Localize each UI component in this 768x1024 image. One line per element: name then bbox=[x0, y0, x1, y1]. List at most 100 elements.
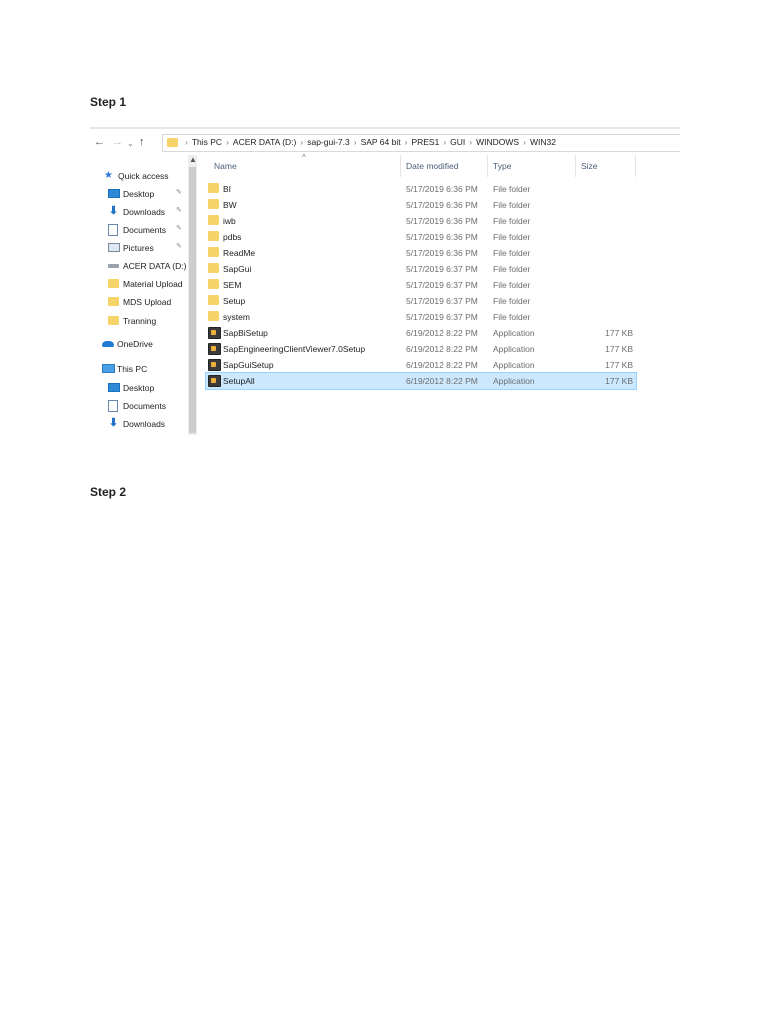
file-date-modified: 6/19/2012 8:22 PM bbox=[406, 376, 478, 386]
file-row[interactable]: system 5/17/2019 6:37 PM File folder bbox=[206, 309, 636, 325]
chevron-right-icon[interactable]: › bbox=[226, 137, 229, 147]
file-type: File folder bbox=[493, 264, 531, 274]
folder-icon bbox=[108, 316, 119, 325]
up-arrow-icon[interactable]: ↑ bbox=[139, 136, 145, 148]
ribbon-edge bbox=[90, 127, 680, 129]
column-name[interactable]: Name bbox=[214, 161, 237, 171]
file-date-modified: 5/17/2019 6:36 PM bbox=[406, 232, 478, 242]
step-2-heading: Step 2 bbox=[90, 485, 127, 499]
sidebar-item-desktop[interactable]: Desktop bbox=[90, 380, 190, 396]
file-name: SetupAll bbox=[223, 376, 255, 386]
pin-icon[interactable]: ✎ bbox=[176, 188, 182, 196]
pin-icon[interactable]: ✎ bbox=[176, 242, 182, 250]
chevron-right-icon[interactable]: › bbox=[443, 137, 446, 147]
navigation-pane: ★ Quick access Desktop ✎ ⬇ Downloads ✎ Document… bbox=[90, 155, 200, 435]
file-row[interactable]: BW 5/17/2019 6:36 PM File folder bbox=[206, 197, 636, 213]
sidebar-item-mds-upload[interactable]: MDS Upload bbox=[90, 294, 190, 310]
sidebar-item-acer-data-d[interactable]: ACER DATA (D:) bbox=[90, 258, 190, 274]
navigation-pane-scrollbar[interactable]: ▲ bbox=[188, 155, 197, 435]
file-type: File folder bbox=[493, 232, 531, 242]
file-name: SapBiSetup bbox=[223, 328, 268, 338]
file-name: BI bbox=[223, 184, 232, 194]
file-row[interactable]: SapGuiSetup 6/19/2012 8:22 PM Application 1… bbox=[206, 357, 636, 373]
sidebar-item-desktop[interactable]: Desktop ✎ bbox=[90, 186, 190, 202]
file-size: 177 KB bbox=[605, 344, 633, 354]
file-name: iwb bbox=[223, 216, 236, 226]
pin-icon[interactable]: ✎ bbox=[176, 206, 182, 214]
forward-arrow-icon[interactable]: → bbox=[112, 136, 123, 148]
breadcrumb-item[interactable]: WIN32 bbox=[530, 137, 556, 147]
file-row[interactable]: SapBiSetup 6/19/2012 8:22 PM Application 17… bbox=[206, 325, 636, 341]
file-row[interactable]: BI 5/17/2019 6:36 PM File folder bbox=[206, 181, 636, 197]
breadcrumb-item[interactable]: This PC bbox=[192, 137, 222, 147]
file-date-modified: 6/19/2012 8:22 PM bbox=[406, 328, 478, 338]
chevron-right-icon[interactable]: › bbox=[300, 137, 303, 147]
breadcrumb-item[interactable]: ACER DATA (D:) bbox=[233, 137, 296, 147]
sidebar-item-downloads[interactable]: ⬇ Downloads ✎ bbox=[90, 204, 190, 220]
sidebar-item-quick-access[interactable]: ★ Quick access bbox=[90, 168, 190, 184]
sidebar-item-label: Desktop bbox=[123, 189, 155, 199]
file-date-modified: 6/19/2012 8:22 PM bbox=[406, 360, 478, 370]
file-type: File folder bbox=[493, 280, 531, 290]
breadcrumb-item[interactable]: PRES1 bbox=[411, 137, 439, 147]
breadcrumb-item[interactable]: WINDOWS bbox=[476, 137, 519, 147]
file-date-modified: 6/19/2012 8:22 PM bbox=[406, 344, 478, 354]
sidebar-item-documents[interactable]: Documents bbox=[90, 398, 190, 414]
column-divider bbox=[487, 155, 488, 177]
sidebar-item-downloads[interactable]: ⬇ Downloads bbox=[90, 416, 190, 432]
chevron-right-icon[interactable]: › bbox=[405, 137, 408, 147]
file-name: ReadMe bbox=[223, 248, 256, 258]
column-type[interactable]: Type bbox=[493, 161, 511, 171]
sidebar-item-pictures[interactable]: Pictures ✎ bbox=[90, 240, 190, 256]
scroll-up-icon[interactable]: ▲ bbox=[189, 155, 197, 164]
sidebar-item-label: Downloads bbox=[123, 419, 166, 429]
chevron-down-icon[interactable]: ⌄ bbox=[127, 138, 134, 150]
file-size: 177 KB bbox=[605, 360, 633, 370]
chevron-right-icon[interactable]: › bbox=[523, 137, 526, 147]
download-arrow-icon: ⬇ bbox=[108, 205, 119, 217]
file-name: BW bbox=[223, 200, 237, 210]
chevron-right-icon[interactable]: › bbox=[354, 137, 357, 147]
sidebar-item-material-upload[interactable]: Material Upload bbox=[90, 276, 190, 292]
breadcrumb-item[interactable]: sap-gui-7.3 bbox=[307, 137, 350, 147]
computer-icon bbox=[102, 364, 115, 373]
column-date-modified[interactable]: Date modified bbox=[406, 161, 458, 171]
file-type: File folder bbox=[493, 312, 531, 322]
breadcrumb-item[interactable]: GUI bbox=[450, 137, 465, 147]
sidebar-item-label: This PC bbox=[117, 364, 148, 374]
file-row[interactable]: SEM 5/17/2019 6:37 PM File folder bbox=[206, 277, 636, 293]
drive-icon bbox=[108, 264, 119, 268]
sidebar-item-onedrive[interactable]: OneDrive bbox=[90, 336, 190, 352]
file-date-modified: 5/17/2019 6:37 PM bbox=[406, 264, 478, 274]
chevron-right-icon[interactable]: › bbox=[185, 137, 188, 147]
file-name: pdbs bbox=[223, 232, 242, 242]
sidebar-item-label: Material Upload bbox=[123, 279, 183, 289]
file-type: File folder bbox=[493, 200, 531, 210]
file-row[interactable]: SapGui 5/17/2019 6:37 PM File folder bbox=[206, 261, 636, 277]
sidebar-item-documents[interactable]: Documents ✎ bbox=[90, 222, 190, 238]
file-row[interactable]: SetupAll 6/19/2012 8:22 PM Application 177 … bbox=[205, 372, 637, 390]
file-date-modified: 5/17/2019 6:37 PM bbox=[406, 312, 478, 322]
sidebar-item-label: Quick access bbox=[118, 171, 169, 181]
file-row[interactable]: Setup 5/17/2019 6:37 PM File folder bbox=[206, 293, 636, 309]
file-row[interactable]: ReadMe 5/17/2019 6:36 PM File folder bbox=[206, 245, 636, 261]
column-size[interactable]: Size bbox=[581, 161, 598, 171]
file-date-modified: 5/17/2019 6:36 PM bbox=[406, 248, 478, 258]
pin-icon[interactable]: ✎ bbox=[176, 224, 182, 232]
file-date-modified: 5/17/2019 6:36 PM bbox=[406, 200, 478, 210]
breadcrumb-item[interactable]: SAP 64 bit bbox=[361, 137, 401, 147]
scrollbar-thumb[interactable] bbox=[189, 167, 196, 433]
sidebar-item-label: Pictures bbox=[123, 243, 154, 253]
back-arrow-icon[interactable]: ← bbox=[94, 136, 105, 148]
file-row[interactable]: pdbs 5/17/2019 6:36 PM File folder bbox=[206, 229, 636, 245]
file-row[interactable]: SapEngineeringClientViewer7.0Setup 6/19/2… bbox=[206, 341, 636, 357]
chevron-right-icon[interactable]: › bbox=[469, 137, 472, 147]
desktop-icon bbox=[108, 189, 120, 198]
navigation-row: ← → ⌄ ↑ › This PC › ACER DATA (D:) › sap-gui-… bbox=[90, 133, 680, 153]
sidebar-item-this-pc[interactable]: This PC bbox=[90, 361, 190, 377]
sidebar-item-tranning[interactable]: Tranning bbox=[90, 313, 190, 329]
file-row[interactable]: iwb 5/17/2019 6:36 PM File folder bbox=[206, 213, 636, 229]
address-bar[interactable]: › This PC › ACER DATA (D:) › sap-gui-7.3 › SAP … bbox=[162, 134, 680, 152]
folder-icon bbox=[208, 215, 219, 225]
folder-icon bbox=[208, 279, 219, 289]
